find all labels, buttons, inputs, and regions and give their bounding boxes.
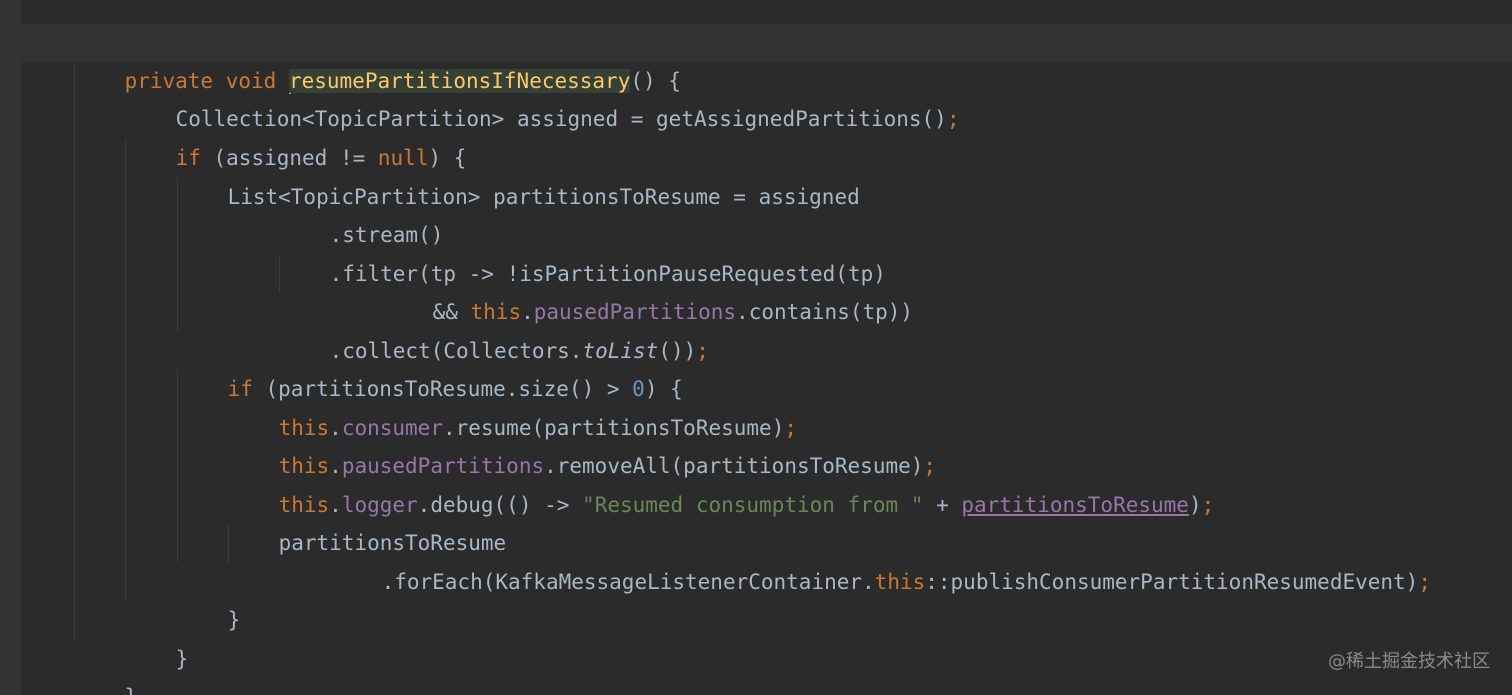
code-text: .forEach(KafkaMessageListenerContainer. [381, 570, 875, 594]
code-line-17[interactable]: } [74, 640, 138, 695]
code-line-12[interactable]: this.logger.debug(() -> "Resumed consump… [228, 448, 1215, 517]
captured-variable[interactable]: partitionsToResume [961, 493, 1189, 517]
code-line-3[interactable]: if (assigned != null) { [125, 101, 467, 170]
closing-brace: } [125, 685, 138, 695]
keyword-this: this [874, 570, 926, 594]
code-line-7[interactable]: && this.pausedPartitions.contains(tp)) [382, 255, 913, 324]
code-line-16[interactable]: } [125, 602, 189, 671]
code-line-14[interactable]: .forEach(KafkaMessageListenerContainer.t… [331, 525, 1431, 594]
code-line-9[interactable]: if (partitionsToResume.size() > 0) { [177, 332, 683, 401]
gutter [0, 0, 22, 695]
closing-brace: } [227, 608, 241, 632]
semicolon: ; [946, 107, 960, 131]
code-text: ::publishConsumerPartitionResumedEvent) [925, 570, 1419, 594]
code-line-5[interactable]: .stream() [279, 178, 444, 247]
code-line-4[interactable]: List<TopicPartition> partitionsToResume … [177, 140, 860, 209]
watermark: @稀土掘金技术社区 [1328, 651, 1490, 672]
code-line-10[interactable]: this.consumer.resume(partitionsToResume)… [228, 371, 797, 440]
string-literal: "Resumed consumption from " [582, 493, 924, 517]
semicolon: ; [1201, 493, 1215, 517]
code-editor[interactable]: private void resumePartitionsIfNecessary… [0, 0, 1512, 695]
closing-brace: } [175, 647, 189, 671]
code-line-8[interactable]: .collect(Collectors.toList()); [279, 294, 709, 363]
code-line-1[interactable]: private void resumePartitionsIfNecessary… [74, 24, 681, 94]
code-line-6[interactable]: .filter(tp -> !isPartitionPauseRequested… [279, 217, 886, 286]
code-text: ) [1188, 493, 1202, 517]
code-line-11[interactable]: this.pausedPartitions.removeAll(partitio… [228, 409, 936, 478]
code-text: + [923, 493, 962, 517]
code-line-15[interactable]: } [177, 563, 241, 632]
indent-guide [74, 62, 75, 642]
semicolon: ; [696, 339, 709, 363]
code-line-2[interactable]: Collection<TopicPartition> assigned = ge… [125, 62, 960, 131]
code-text: .contains(tp)) [736, 300, 914, 324]
semicolon: ; [1418, 570, 1431, 594]
code-line-13[interactable]: partitionsToResume [228, 486, 507, 555]
